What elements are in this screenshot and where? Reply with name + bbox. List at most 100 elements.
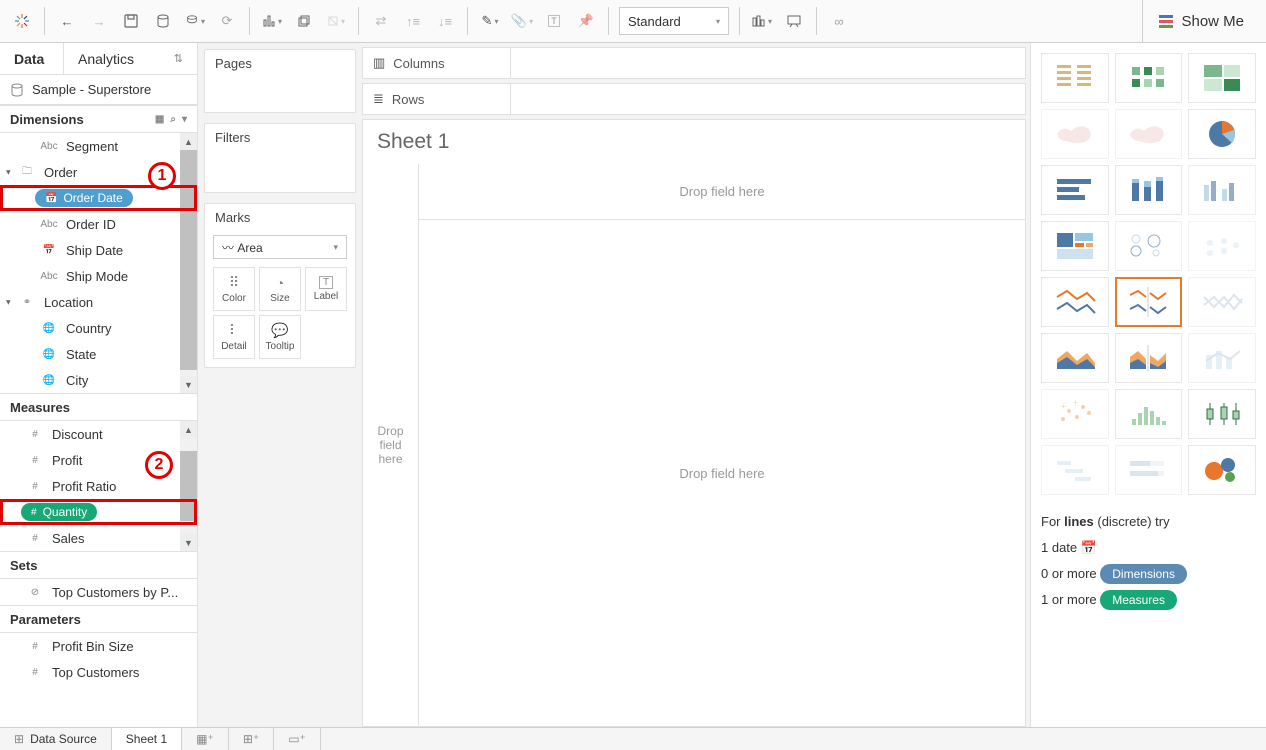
viz-area-continuous[interactable]	[1041, 333, 1109, 383]
field-profit[interactable]: #Profit 2	[0, 447, 197, 473]
new-story-button[interactable]: ▭⁺	[274, 728, 321, 750]
viz-symbol-map[interactable]	[1041, 109, 1109, 159]
columns-shelf[interactable]: ▥Columns	[362, 47, 1026, 79]
viz-area-discrete[interactable]	[1115, 333, 1183, 383]
worksheet-area: ▥Columns ≣Rows Sheet 1 Drop field here D…	[362, 43, 1030, 731]
mark-type-dropdown[interactable]: 〰 Area	[213, 235, 347, 259]
viz-side-circle[interactable]	[1188, 221, 1256, 271]
cards-column: Pages Filters Marks 〰 Area ⠿Color ◔Size …	[198, 43, 362, 731]
viz-text-table[interactable]	[1041, 53, 1109, 103]
viz-pie[interactable]	[1188, 109, 1256, 159]
filters-shelf[interactable]: Filters	[204, 123, 356, 193]
dimensions-tag: Dimensions	[1100, 564, 1187, 584]
field-quantity[interactable]: #Quantity	[0, 499, 197, 525]
search-icon[interactable]: ⌕	[170, 114, 176, 125]
field-city[interactable]: 🌐City	[0, 367, 197, 393]
field-location-folder[interactable]: ⚭Location	[0, 289, 197, 315]
show-me-icon	[1159, 15, 1173, 28]
field-ship-date[interactable]: 📅Ship Date	[0, 237, 197, 263]
field-ship-mode[interactable]: AbcShip Mode	[0, 263, 197, 289]
field-segment[interactable]: AbcSegment	[0, 133, 197, 159]
tab-data-source[interactable]: ⊞Data Source	[0, 728, 112, 750]
annotation-2: 2	[145, 451, 173, 479]
pages-shelf[interactable]: Pages	[204, 49, 356, 113]
tableau-logo-icon[interactable]	[6, 5, 38, 37]
viz-line-discrete[interactable]	[1115, 277, 1183, 327]
sheet-tabs: ⊞Data Source Sheet 1 ▦⁺ ⊞⁺ ▭⁺	[0, 727, 1266, 750]
viz-line-continuous[interactable]	[1041, 277, 1109, 327]
menu-icon[interactable]: ▾	[182, 114, 187, 125]
sort-desc-button[interactable]: ↓≡	[429, 5, 461, 37]
viz-circle-views[interactable]	[1115, 221, 1183, 271]
field-country[interactable]: 🌐Country	[0, 315, 197, 341]
data-panel: Data Analytics Sample - Superstore Dimen…	[0, 43, 198, 731]
viz-box-plot[interactable]	[1188, 389, 1256, 439]
column-drop-zone[interactable]: Drop field here	[419, 164, 1025, 220]
presentation-button[interactable]	[778, 5, 810, 37]
field-top-customers-param[interactable]: #Top Customers	[0, 659, 197, 685]
marks-label[interactable]: TLabel	[305, 267, 347, 311]
marks-size[interactable]: ◔Size	[259, 267, 301, 311]
save-button[interactable]	[115, 5, 147, 37]
viz-bullet[interactable]	[1115, 445, 1183, 495]
view-canvas[interactable]: Sheet 1 Drop field here Drop field here …	[362, 119, 1026, 727]
field-state[interactable]: 🌐State	[0, 341, 197, 367]
viz-hbar[interactable]	[1041, 165, 1109, 215]
pin-button[interactable]: 📌	[570, 5, 602, 37]
undo-button[interactable]: ←	[51, 5, 83, 37]
field-order-id[interactable]: AbcOrder ID	[0, 211, 197, 237]
viz-highlight-table[interactable]	[1188, 53, 1256, 103]
main-drop-zone[interactable]: Drop field here	[419, 220, 1025, 726]
viz-stacked-bar[interactable]	[1115, 165, 1183, 215]
share-button[interactable]: ∞	[823, 5, 855, 37]
rows-shelf[interactable]: ≣Rows	[362, 83, 1026, 115]
field-sales[interactable]: #Sales	[0, 525, 197, 551]
field-discount[interactable]: #Discount	[0, 421, 197, 447]
duplicate-button[interactable]	[288, 5, 320, 37]
viz-side-bar[interactable]	[1188, 165, 1256, 215]
new-sheet-button[interactable]: ▦⁺	[182, 728, 229, 750]
viz-dual-line[interactable]	[1188, 277, 1256, 327]
refresh-button[interactable]: ⟳	[211, 5, 243, 37]
clear-button[interactable]	[320, 5, 352, 37]
show-cards-button[interactable]	[746, 5, 778, 37]
highlight-button[interactable]: ✎	[474, 5, 506, 37]
field-order-date[interactable]: 📅Order Date 1	[0, 185, 197, 211]
datasource-row[interactable]: Sample - Superstore	[0, 75, 197, 105]
viz-gantt[interactable]	[1041, 445, 1109, 495]
new-dashboard-button[interactable]: ⊞⁺	[229, 728, 274, 750]
show-labels-button[interactable]: T	[538, 5, 570, 37]
tab-analytics[interactable]: Analytics	[64, 43, 197, 74]
marks-tooltip[interactable]: 💬Tooltip	[259, 315, 301, 359]
viz-histogram[interactable]	[1115, 389, 1183, 439]
viz-dual-combination[interactable]	[1188, 333, 1256, 383]
group-button[interactable]: 📎	[506, 5, 538, 37]
calendar-icon: 📅	[1081, 540, 1097, 555]
view-icon[interactable]: ▦	[155, 114, 164, 125]
sort-asc-button[interactable]: ↑≡	[397, 5, 429, 37]
fit-dropdown[interactable]: Standard	[619, 7, 729, 35]
new-worksheet-button[interactable]	[256, 5, 288, 37]
viz-scatter[interactable]: ++	[1041, 389, 1109, 439]
viz-treemap[interactable]	[1041, 221, 1109, 271]
show-me-help: For lines (discrete) try 1 date 📅 0 or m…	[1041, 509, 1256, 613]
swap-button[interactable]: ⇄	[365, 5, 397, 37]
dimensions-header: Dimensions ▦ ⌕ ▾	[0, 105, 197, 133]
marks-detail[interactable]: ⠇Detail	[213, 315, 255, 359]
viz-packed-bubbles[interactable]	[1188, 445, 1256, 495]
tab-sheet-1[interactable]: Sheet 1	[112, 728, 182, 750]
sheet-title[interactable]: Sheet 1	[363, 120, 1025, 164]
field-profit-bin-size[interactable]: #Profit Bin Size	[0, 633, 197, 659]
show-me-button[interactable]: Show Me	[1142, 0, 1260, 42]
viz-heatmap[interactable]	[1115, 53, 1183, 103]
row-drop-zone[interactable]: Drop field here	[363, 164, 419, 726]
sets-header: Sets	[0, 551, 197, 579]
new-datasource-button[interactable]	[147, 5, 179, 37]
viz-filled-map[interactable]	[1115, 109, 1183, 159]
marks-color[interactable]: ⠿Color	[213, 267, 255, 311]
field-top-customers-set[interactable]: ⊘Top Customers by P...	[0, 579, 197, 605]
redo-button[interactable]: →	[83, 5, 115, 37]
field-profit-ratio[interactable]: #Profit Ratio	[0, 473, 197, 499]
pause-autoupdate-button[interactable]	[179, 5, 211, 37]
tab-data[interactable]: Data	[0, 43, 64, 74]
